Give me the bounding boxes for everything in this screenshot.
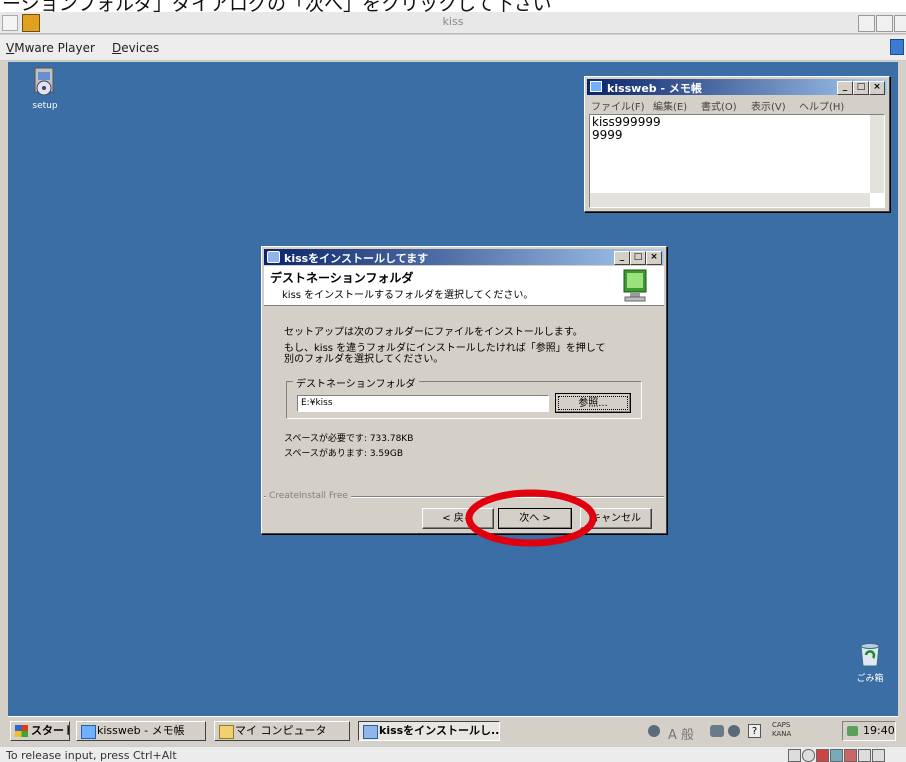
start-label: スタート (31, 724, 69, 737)
host-menubar: VMware Player Devices (0, 35, 906, 61)
desktop-icon-label: setup (32, 101, 58, 111)
floppy-icon[interactable] (816, 749, 829, 762)
start-button[interactable]: スタート (10, 721, 70, 741)
desktop-icon-label: ごみ箱 (856, 674, 884, 684)
taskbar-item-label: kissweb - メモ帳 (97, 724, 185, 737)
taskbar-item-label: kissをインストールし... (379, 724, 500, 737)
destination-path-input[interactable]: E:¥kiss (297, 395, 549, 412)
desktop-icon-setup[interactable]: setup (22, 66, 68, 116)
installer-icon (267, 251, 280, 263)
browse-button[interactable]: 参照... (555, 393, 631, 413)
windows-flag-icon (15, 725, 28, 737)
notepad-window: kissweb - メモ帳 _ □ × ファイル(F) 編集(E) 書式(O) … (584, 76, 890, 212)
annotation-red-ellipse (465, 489, 597, 547)
device-icon[interactable] (788, 749, 801, 762)
host-maximize-button[interactable] (876, 15, 893, 32)
host-status-bar: To release input, press Ctrl+Alt (0, 746, 906, 762)
host-title-bar: kiss (0, 12, 906, 34)
caps-label: CAPS (772, 721, 791, 729)
taskbar-item-notepad[interactable]: kissweb - メモ帳 (76, 721, 206, 741)
sound-icon[interactable] (858, 749, 871, 762)
notepad-horizontal-scrollbar[interactable] (590, 193, 870, 207)
kana-label: KANA (772, 730, 792, 738)
notepad-line: 9999 (592, 128, 623, 142)
notepad-menu-file[interactable]: ファイル(F) (591, 98, 645, 113)
taskbar-item-installer[interactable]: kissをインストールし... (358, 721, 500, 741)
instruction-line: もし、kiss を違うフォルダにインストールしたければ「参照」を押して (284, 343, 606, 354)
host-minimize-button[interactable] (858, 15, 875, 32)
notepad-menu-help[interactable]: ヘルプ(H) (799, 98, 844, 113)
notepad-maximize-button[interactable]: □ (853, 81, 869, 95)
host-close-button[interactable] (894, 15, 906, 32)
installer-header-title: デストネーションフォルダ (270, 271, 414, 285)
ime-toolbar: A 般 ? CAPS KANA (644, 721, 814, 743)
caption-text: ーションフォルダ」ダイアログの「次へ」をクリックして下さい (2, 0, 552, 12)
notepad-menubar: ファイル(F) 編集(E) 書式(O) 表示(V) ヘルプ(H) (589, 98, 885, 113)
notepad-title: kissweb - メモ帳 (607, 82, 702, 95)
network-icon[interactable] (847, 726, 858, 736)
notepad-menu-edit[interactable]: 編集(E) (653, 98, 687, 113)
notepad-text-area[interactable]: kiss999999 9999 (589, 114, 885, 208)
installer-minimize-button[interactable]: _ (614, 251, 630, 265)
destination-folder-group-label: デストネーションフォルダ (293, 375, 419, 390)
system-tray: 19:40 (842, 721, 896, 741)
installer-title-bar[interactable]: kissをインストールしてます _ □ × (264, 249, 664, 265)
ime-tool-icon[interactable] (710, 725, 724, 737)
space-available-text: スペースがあります: 3.59GB (284, 449, 404, 459)
taskbar-item-my-computer[interactable]: マイ コンピュータ (214, 721, 350, 741)
help-icon[interactable]: ? (748, 724, 761, 738)
notepad-icon (590, 81, 602, 92)
message-icon[interactable] (872, 749, 885, 762)
notepad-minimize-button[interactable]: _ (837, 81, 853, 95)
installer-maximize-button[interactable]: □ (630, 251, 646, 265)
space-required-text: スペースが必要です: 733.78KB (284, 434, 414, 444)
caption-strip: ーションフォルダ」ダイアログの「次へ」をクリックして下さい (0, 0, 906, 12)
setup-icon (34, 67, 54, 96)
network-adapter-icon[interactable] (830, 749, 843, 762)
cd-drive-icon[interactable] (802, 749, 815, 762)
footer-label: CreateInstall Free (266, 491, 351, 501)
notepad-title-bar[interactable]: kissweb - メモ帳 _ □ × (587, 79, 887, 95)
notepad-menu-view[interactable]: 表示(V) (751, 98, 786, 113)
notepad-menu-format[interactable]: 書式(O) (701, 98, 737, 113)
recycle-bin-icon (860, 643, 880, 667)
computer-monitor-icon (623, 269, 647, 302)
notepad-close-button[interactable]: × (869, 81, 885, 95)
usb-icon[interactable] (844, 749, 857, 762)
ime-mode-text[interactable]: A 般 (668, 724, 694, 743)
ime-icon[interactable] (648, 725, 660, 737)
taskbar-item-label: マイ コンピュータ (235, 724, 327, 737)
installer-instruction-text: もし、kiss を違うフォルダにインストールしたければ「参照」を押して 別のフォ… (284, 343, 605, 365)
menu-vmware-player[interactable]: VMware Player (6, 41, 95, 55)
installer-close-button[interactable]: × (646, 251, 662, 265)
destination-folder-group: デストネーションフォルダ E:¥kiss 参照... (286, 375, 642, 419)
installer-header-subtitle: kiss をインストールするフォルダを選択してください。 (282, 290, 534, 301)
caps-kana-indicator: CAPS KANA (772, 721, 791, 739)
taskbar: スタート kissweb - メモ帳 マイ コンピュータ kissをインストール… (8, 716, 898, 746)
desktop-icon-recycle-bin[interactable]: ごみ箱 (850, 640, 890, 690)
installer-title: kissをインストールしてます (284, 252, 429, 265)
ime-dictionary-icon[interactable] (728, 725, 740, 737)
folder-icon (219, 725, 234, 739)
installer-icon (363, 725, 378, 739)
installer-intro-text: セットアップは次のフォルダーにファイルをインストールします。 (284, 327, 583, 338)
menu-devices[interactable]: Devices (112, 41, 159, 55)
host-window-title: kiss (442, 15, 464, 28)
instruction-line: 別のフォルダを選択してください。 (284, 354, 444, 365)
installer-header: デストネーションフォルダ kiss をインストールするフォルダを選択してください… (264, 266, 664, 306)
clock: 19:40 (863, 724, 895, 737)
notepad-vertical-scrollbar[interactable] (870, 115, 884, 193)
notepad-icon (81, 725, 96, 739)
host-status-text: To release input, press Ctrl+Alt (6, 749, 177, 762)
guest-desktop: setup ごみ箱 kissweb - メモ帳 _ □ × ファイル(F) 編集… (8, 62, 898, 716)
host-toolbar-icon[interactable] (890, 39, 904, 55)
